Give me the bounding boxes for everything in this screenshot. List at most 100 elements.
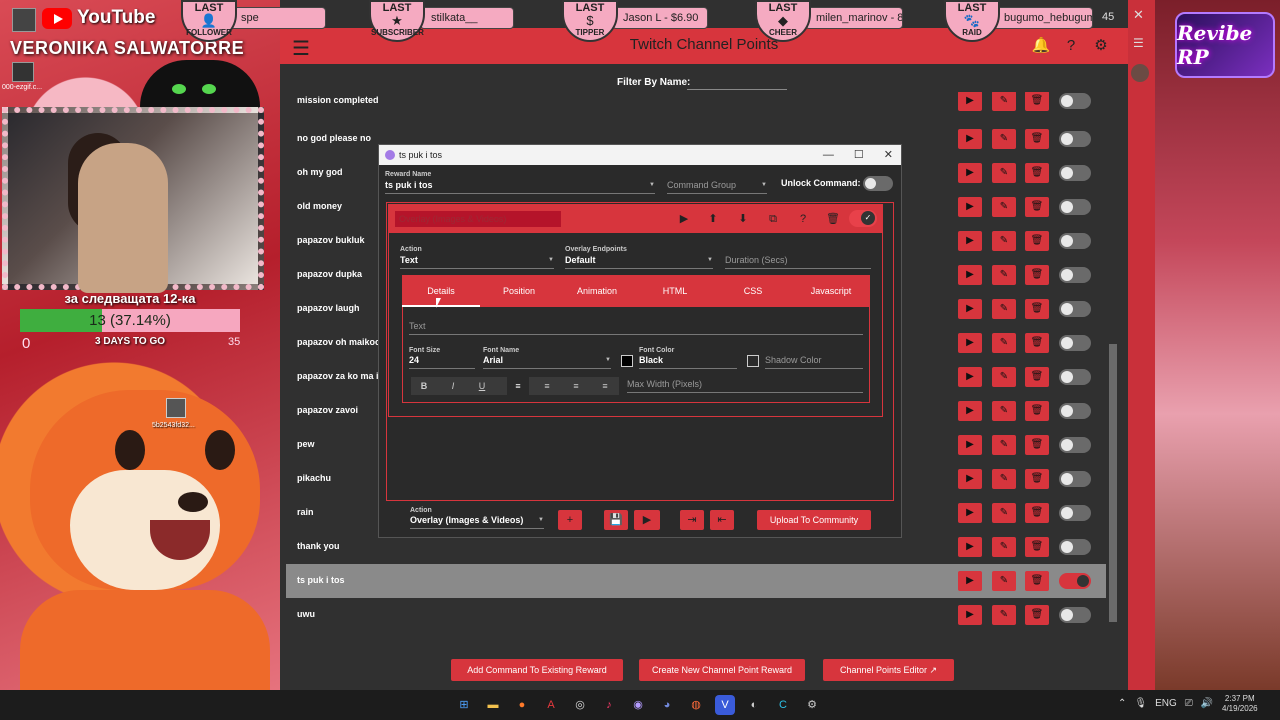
desktop-file-icon[interactable] [166,398,186,418]
delete-icon[interactable]: 🗑 [1025,299,1049,319]
edit-icon[interactable]: ✎ [992,163,1016,183]
underline-icon[interactable]: U [471,377,493,395]
reward-enabled-toggle[interactable] [1059,505,1091,521]
minimize-icon[interactable]: — [823,145,834,165]
edit-icon[interactable]: ✎ [992,367,1016,387]
delete-icon[interactable]: 🗑 [1025,367,1049,387]
microphone-icon[interactable]: 🎙 [1134,698,1147,709]
channel-points-editor-button[interactable]: Channel Points Editor ↗ [823,659,954,681]
help-icon[interactable]: ? [1060,35,1082,57]
add-command-to-existing-reward-button[interactable]: Add Command To Existing Reward [451,659,623,681]
clock[interactable]: 2:37 PM 4/19/2026 [1222,694,1258,714]
help-icon[interactable]: ? [792,210,814,228]
reward-enabled-toggle[interactable] [1059,267,1091,283]
tab-position[interactable]: Position [480,275,558,307]
shadow-color-input[interactable]: Shadow Color [765,355,863,369]
reward-enabled-toggle[interactable] [1059,335,1091,351]
unlock-command-toggle[interactable] [863,176,893,191]
network-icon[interactable]: ⎚ [1185,698,1193,709]
play-icon[interactable]: ▶ [958,333,982,353]
action-type-select[interactable]: Text ▼ [400,255,554,269]
delete-icon[interactable]: 🗑 [1025,503,1049,523]
footer-action-select[interactable]: Overlay (Images & Videos) ▼ [410,515,544,529]
tiktok-icon[interactable]: ♪ [599,695,619,715]
delete-icon[interactable]: 🗑 [1025,231,1049,251]
play-icon[interactable]: ▶ [958,537,982,557]
align-left-icon[interactable]: ≡ [507,377,529,395]
window-close-icon[interactable]: ✕ [1133,7,1144,23]
reward-enabled-toggle[interactable] [1059,369,1091,385]
play-icon[interactable]: ▶ [958,503,982,523]
action-enabled-toggle[interactable] [849,210,877,227]
edit-icon[interactable]: ✎ [992,129,1016,149]
play-icon[interactable]: ▶ [958,265,982,285]
avatar[interactable] [1131,64,1149,82]
move-up-icon[interactable]: ⬆ [702,210,724,228]
delete-icon[interactable]: 🗑 [1025,265,1049,285]
add-action-button[interactable]: + [558,510,582,530]
align-justify-icon[interactable]: ≡ [594,377,616,395]
close-icon[interactable]: ✕ [884,145,893,165]
gear-icon[interactable]: ⚙ [1090,35,1112,57]
play-icon[interactable]: ▶ [958,163,982,183]
delete-icon[interactable]: 🗑 [1025,401,1049,421]
overlay-endpoints-select[interactable]: Default ▼ [565,255,713,269]
edit-icon[interactable]: ✎ [992,537,1016,557]
play-icon[interactable]: ▶ [673,210,695,228]
play-icon[interactable]: ▶ [958,129,982,149]
play-icon[interactable]: ▶ [958,401,982,421]
delete-icon[interactable]: 🗑 [1025,435,1049,455]
windows-start-icon[interactable]: ⊞ [454,695,474,715]
play-icon[interactable]: ▶ [958,197,982,217]
delete-icon[interactable]: 🗑 [1025,92,1049,111]
delete-icon[interactable]: 🗑 [1025,605,1049,625]
play-icon[interactable]: ▶ [958,605,982,625]
text-input[interactable]: Text [409,321,863,335]
import-icon[interactable]: ⇤ [710,510,734,530]
v-app-icon[interactable]: V [715,695,735,715]
edit-icon[interactable]: ✎ [992,231,1016,251]
create-new-channel-point-reward-button[interactable]: Create New Channel Point Reward [639,659,805,681]
reward-name-input[interactable]: ts puk i tos ▼ [385,180,655,194]
reward-enabled-toggle[interactable] [1059,199,1091,215]
desktop-gif-icon[interactable] [12,62,34,82]
speaker-icon[interactable]: 🔊 [1201,698,1213,709]
tab-details[interactable]: Details [402,275,480,307]
edit-icon[interactable]: ✎ [992,435,1016,455]
tab-javascript[interactable]: Javascript [792,275,870,307]
file-explorer-icon[interactable]: ▬ [483,695,503,715]
maximize-icon[interactable]: ☐ [854,145,864,165]
align-right-icon[interactable]: ≡ [565,377,587,395]
align-center-icon[interactable]: ≡ [536,377,558,395]
discord-icon[interactable]: ◕ [657,695,677,715]
play-icon[interactable]: ▶ [958,367,982,387]
play-icon[interactable]: ▶ [958,299,982,319]
max-width-input[interactable]: Max Width (Pixels) [627,379,863,393]
delete-icon[interactable]: 🗑 [1025,537,1049,557]
duration-input[interactable]: Duration (Secs) [725,255,871,269]
steam-icon[interactable]: ◐ [744,695,764,715]
edit-icon[interactable]: ✎ [992,92,1016,111]
delete-icon[interactable]: 🗑 [1025,469,1049,489]
chrome-icon[interactable]: ◎ [570,695,590,715]
edit-icon[interactable]: ✎ [992,299,1016,319]
list-scrollbar[interactable] [1109,344,1117,622]
desktop-file-icon[interactable] [12,8,36,32]
italic-icon[interactable]: I [442,377,464,395]
font-color-input[interactable]: Black [639,355,737,369]
filter-input[interactable] [687,74,787,90]
font-color-swatch[interactable] [621,355,633,367]
delete-icon[interactable]: 🗑 [1025,571,1049,591]
edit-icon[interactable]: ✎ [992,333,1016,353]
edit-icon[interactable]: ✎ [992,401,1016,421]
reward-row[interactable]: ts puk i tos ▶ ✎ 🗑 [286,564,1106,598]
tray-expand-icon[interactable]: ⌃ [1118,698,1126,709]
reward-enabled-toggle[interactable] [1059,437,1091,453]
command-group-select[interactable]: Command Group ▼ [667,180,767,194]
play-icon[interactable]: ▶ [958,92,982,111]
settings-app-icon[interactable]: ⚙ [802,695,822,715]
reward-enabled-toggle[interactable] [1059,573,1091,589]
bold-icon[interactable]: B [413,377,435,395]
delete-icon[interactable]: 🗑 [822,210,844,228]
save-icon[interactable]: 💾 [604,510,628,530]
